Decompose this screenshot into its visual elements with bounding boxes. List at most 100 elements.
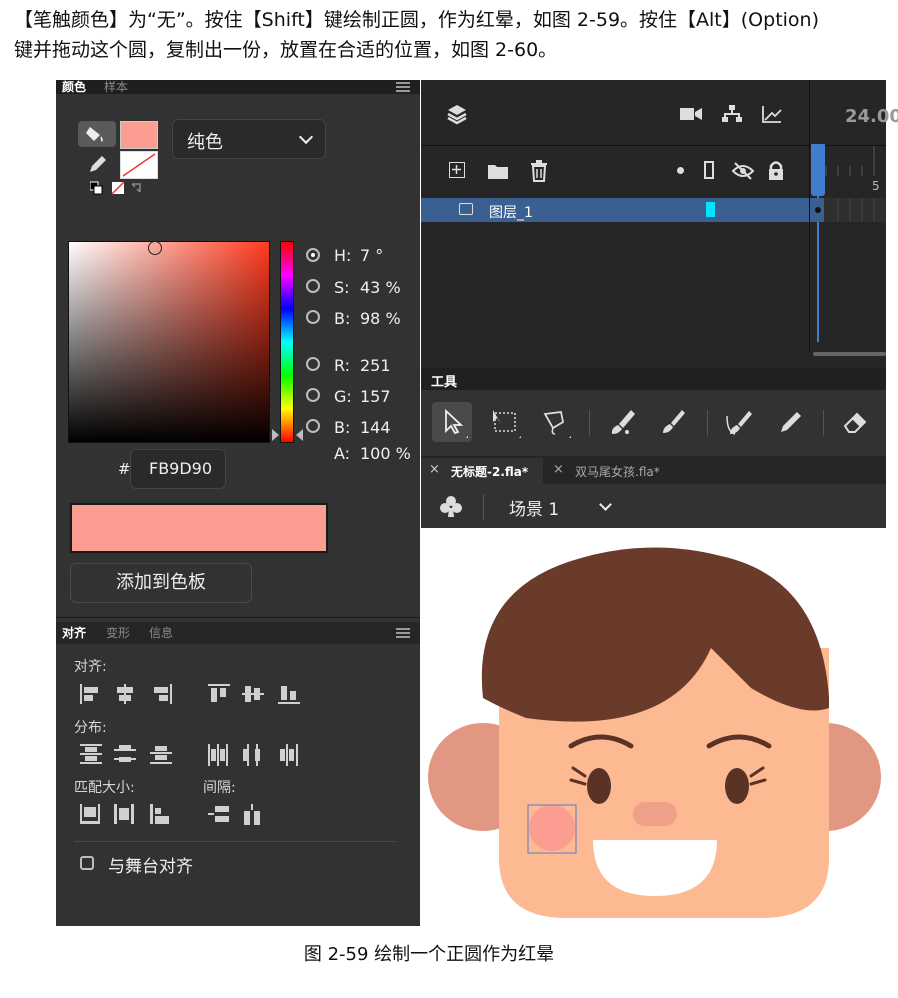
- hue-slider[interactable]: [280, 241, 294, 443]
- align-top-icon[interactable]: [208, 684, 230, 704]
- align-panel-menu-icon[interactable]: [396, 628, 410, 638]
- doc-tab-inactive[interactable]: × 双马尾女孩.fla*: [545, 458, 685, 484]
- distribute-hcenter-icon[interactable]: [242, 744, 264, 766]
- align-left-icon[interactable]: [80, 684, 102, 704]
- pencil-tool-icon[interactable]: [771, 402, 811, 442]
- align-bottom-icon[interactable]: [278, 684, 300, 704]
- hue-slider-handle-right[interactable]: [296, 429, 303, 441]
- distribute-top-icon[interactable]: [80, 744, 102, 764]
- distribute-label: 分布:: [74, 720, 107, 736]
- close-tab-icon[interactable]: ×: [429, 462, 440, 477]
- saturation-label: S:: [334, 278, 350, 297]
- green-value[interactable]: 157: [360, 387, 391, 406]
- layer-frames[interactable]: [810, 198, 886, 222]
- free-transform-tool-icon[interactable]: [485, 402, 525, 442]
- saturation-value[interactable]: 43 %: [360, 278, 401, 297]
- distribute-left-icon[interactable]: [208, 744, 230, 766]
- tab-color[interactable]: 颜色: [62, 80, 86, 94]
- color-panel: 颜色 样本 纯色 H: 7 ° S: 43 % B: 98 % R: 251 G…: [56, 80, 420, 926]
- layers-icon[interactable]: [445, 102, 469, 126]
- stage[interactable]: [421, 528, 886, 926]
- tab-info[interactable]: 信息: [149, 626, 173, 640]
- fill-color-swatch[interactable]: [120, 121, 158, 149]
- tools-panel-header: 工具: [421, 368, 886, 390]
- hue-value[interactable]: 7 °: [360, 246, 383, 265]
- add-layer-icon[interactable]: [449, 162, 465, 178]
- add-to-swatches-button[interactable]: 添加到色板: [70, 563, 252, 603]
- outline-icon[interactable]: [704, 161, 714, 179]
- match-width-height-icon[interactable]: [150, 804, 172, 824]
- show-dot-icon[interactable]: [677, 167, 684, 174]
- hierarchy-icon[interactable]: [721, 104, 743, 124]
- brush-paint-tool-icon[interactable]: [603, 402, 643, 442]
- tools-bar: [421, 390, 886, 456]
- space-vertically-icon[interactable]: [208, 804, 230, 824]
- saturation-brightness-field[interactable]: [68, 241, 270, 443]
- chevron-down-icon[interactable]: [599, 498, 612, 511]
- trash-icon[interactable]: [529, 160, 549, 182]
- radio-saturation[interactable]: [306, 279, 320, 293]
- color-picker-cursor[interactable]: [148, 241, 162, 255]
- radio-green[interactable]: [306, 388, 320, 402]
- lock-icon[interactable]: [767, 160, 785, 182]
- pencil-stroke-icon[interactable]: [86, 152, 110, 176]
- selection-tool-icon[interactable]: [432, 402, 472, 442]
- visibility-off-icon[interactable]: [731, 161, 755, 181]
- hex-symbol: #: [118, 460, 131, 478]
- brightness-value[interactable]: 98 %: [360, 309, 401, 328]
- scene-separator: [483, 494, 484, 520]
- folder-icon[interactable]: [487, 162, 509, 180]
- layer-name[interactable]: 图层_1: [489, 202, 533, 222]
- eraser-tool-icon[interactable]: [835, 402, 875, 442]
- fps-value[interactable]: 24.00: [845, 106, 898, 127]
- green-label: G:: [334, 387, 352, 406]
- red-value[interactable]: 251: [360, 356, 391, 375]
- align-horizontal-center-icon[interactable]: [114, 684, 136, 704]
- layer-color-indicator[interactable]: [706, 202, 715, 217]
- tab-swatches[interactable]: 样本: [104, 80, 128, 94]
- close-tab-icon[interactable]: ×: [553, 462, 564, 477]
- fluid-brush-tool-icon[interactable]: [719, 402, 759, 442]
- tab-align[interactable]: 对齐: [62, 626, 86, 640]
- match-height-icon[interactable]: [114, 804, 136, 824]
- hue-slider-handle-left[interactable]: [272, 429, 279, 441]
- tab-transform[interactable]: 变形: [106, 626, 130, 640]
- doc-tab-active[interactable]: × 无标题-2.fla*: [421, 458, 543, 484]
- distribute-right-icon[interactable]: [278, 744, 300, 766]
- tool-separator: [823, 410, 824, 436]
- tool-separator: [589, 410, 590, 436]
- radio-blue[interactable]: [306, 419, 320, 433]
- color-preview: [70, 503, 328, 553]
- hex-input[interactable]: FB9D90: [130, 449, 226, 489]
- alpha-value[interactable]: 100 %: [360, 444, 411, 463]
- distribute-vcenter-icon[interactable]: [114, 744, 136, 764]
- distribute-bottom-icon[interactable]: [150, 744, 172, 764]
- doc-tab-title-2: 双马尾女孩.fla*: [575, 465, 660, 479]
- brightness-label: B:: [334, 309, 351, 328]
- clubs-scene-icon[interactable]: [439, 494, 463, 518]
- doc-paragraph-line-1: 【笔触颜色】为“无”。按住【Shift】键绘制正圆，作为红晕，如图 2-59。按…: [14, 9, 819, 31]
- scene-label[interactable]: 场景 1: [509, 495, 559, 520]
- stroke-color-swatch[interactable]: [120, 151, 158, 179]
- layer-row[interactable]: 图层_1: [421, 198, 809, 222]
- radio-brightness[interactable]: [306, 310, 320, 324]
- space-horizontally-icon[interactable]: [242, 804, 264, 825]
- align-panel-tabbar: 对齐 变形 信息: [56, 622, 420, 644]
- blue-value[interactable]: 144: [360, 418, 391, 437]
- fill-bucket-icon[interactable]: [78, 121, 116, 147]
- spacing-label: 间隔:: [203, 780, 236, 796]
- align-to-stage-checkbox[interactable]: [80, 856, 94, 870]
- fill-type-dropdown[interactable]: 纯色: [172, 119, 326, 159]
- lasso-tool-icon[interactable]: [535, 402, 575, 442]
- align-right-icon[interactable]: [150, 684, 172, 704]
- timeline-scrollbar[interactable]: [813, 352, 886, 356]
- align-vertical-center-icon[interactable]: [242, 684, 264, 704]
- paint-brush-tool-icon[interactable]: [653, 402, 693, 442]
- radio-hue[interactable]: [306, 248, 320, 262]
- graph-icon[interactable]: [761, 104, 783, 124]
- camera-icon[interactable]: [679, 104, 703, 124]
- panel-menu-icon[interactable]: [396, 82, 410, 92]
- playhead[interactable]: [811, 144, 825, 196]
- match-width-icon[interactable]: [80, 804, 102, 824]
- radio-red[interactable]: [306, 357, 320, 371]
